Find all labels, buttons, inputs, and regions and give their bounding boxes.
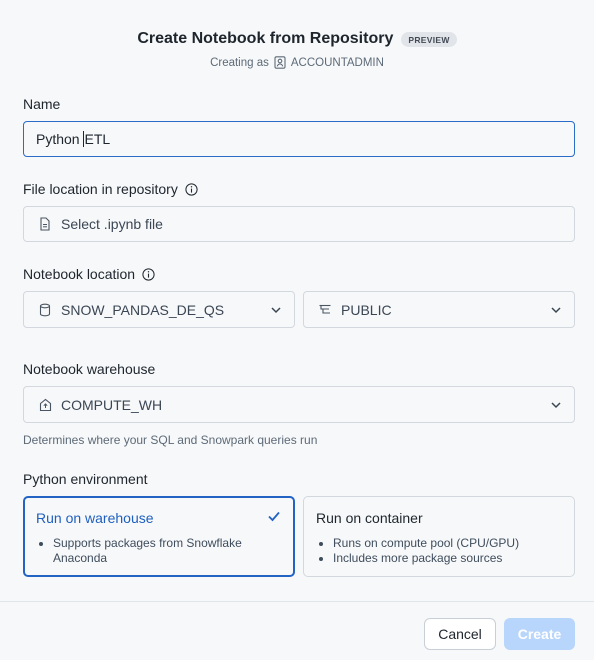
run-on-warehouse-option[interactable]: Run on warehouse Supports packages from … xyxy=(23,496,295,577)
preview-badge: PREVIEW xyxy=(401,31,457,47)
file-select-placeholder: Select .ipynb file xyxy=(61,216,163,232)
list-item: Supports packages from Snowflake Anacond… xyxy=(53,536,282,566)
schema-icon xyxy=(318,303,332,317)
warehouse-select[interactable]: COMPUTE_WH xyxy=(23,386,575,423)
cancel-button[interactable]: Cancel xyxy=(424,618,496,650)
creating-as-label: Creating as xyxy=(210,56,269,69)
notebook-location-label: Notebook location xyxy=(23,266,155,282)
warehouse-helper-text: Determines where your SQL and Snowpark q… xyxy=(23,433,318,447)
chevron-down-icon xyxy=(550,304,562,316)
info-icon[interactable] xyxy=(185,182,198,196)
warehouse-icon xyxy=(38,398,52,412)
warehouse-value: COMPUTE_WH xyxy=(61,396,163,413)
create-button[interactable]: Create xyxy=(504,618,575,650)
chevron-down-icon xyxy=(550,399,562,411)
option-title: Run on container xyxy=(316,510,423,526)
schema-select[interactable]: PUBLIC xyxy=(303,291,575,328)
list-item: Includes more package sources xyxy=(333,551,562,566)
file-icon xyxy=(38,217,52,231)
role-name: ACCOUNTADMIN xyxy=(290,56,384,69)
option-bullets: Runs on compute pool (CPU/GPU) Includes … xyxy=(316,536,562,566)
name-label: Name xyxy=(23,96,61,112)
check-icon xyxy=(267,510,281,522)
warehouse-label: Notebook warehouse xyxy=(23,361,156,377)
create-notebook-dialog: Create Notebook from Repository PREVIEW … xyxy=(0,0,594,660)
run-on-container-option[interactable]: Run on container Runs on compute pool (C… xyxy=(303,496,575,577)
option-title: Run on warehouse xyxy=(36,510,154,526)
dialog-title: Create Notebook from Repository xyxy=(137,30,394,47)
name-input[interactable]: Python ETL xyxy=(23,121,575,157)
database-value: SNOW_PANDAS_DE_QS xyxy=(61,301,225,318)
schema-value: PUBLIC xyxy=(341,301,392,318)
list-item: Runs on compute pool (CPU/GPU) xyxy=(333,536,562,551)
dialog-header: Create Notebook from Repository PREVIEW … xyxy=(0,28,594,69)
user-role-icon xyxy=(274,56,286,69)
file-select-field[interactable]: Select .ipynb file xyxy=(23,206,575,242)
option-bullets: Supports packages from Snowflake Anacond… xyxy=(36,536,282,566)
info-icon[interactable] xyxy=(142,267,155,281)
python-environment-label: Python environment xyxy=(23,471,148,487)
chevron-down-icon xyxy=(270,304,282,316)
footer-divider xyxy=(0,601,594,602)
database-icon xyxy=(38,303,52,317)
creating-as-line: Creating as ACCOUNTADMIN xyxy=(0,56,594,69)
database-select[interactable]: SNOW_PANDAS_DE_QS xyxy=(23,291,295,328)
file-location-label: File location in repository xyxy=(23,181,198,197)
